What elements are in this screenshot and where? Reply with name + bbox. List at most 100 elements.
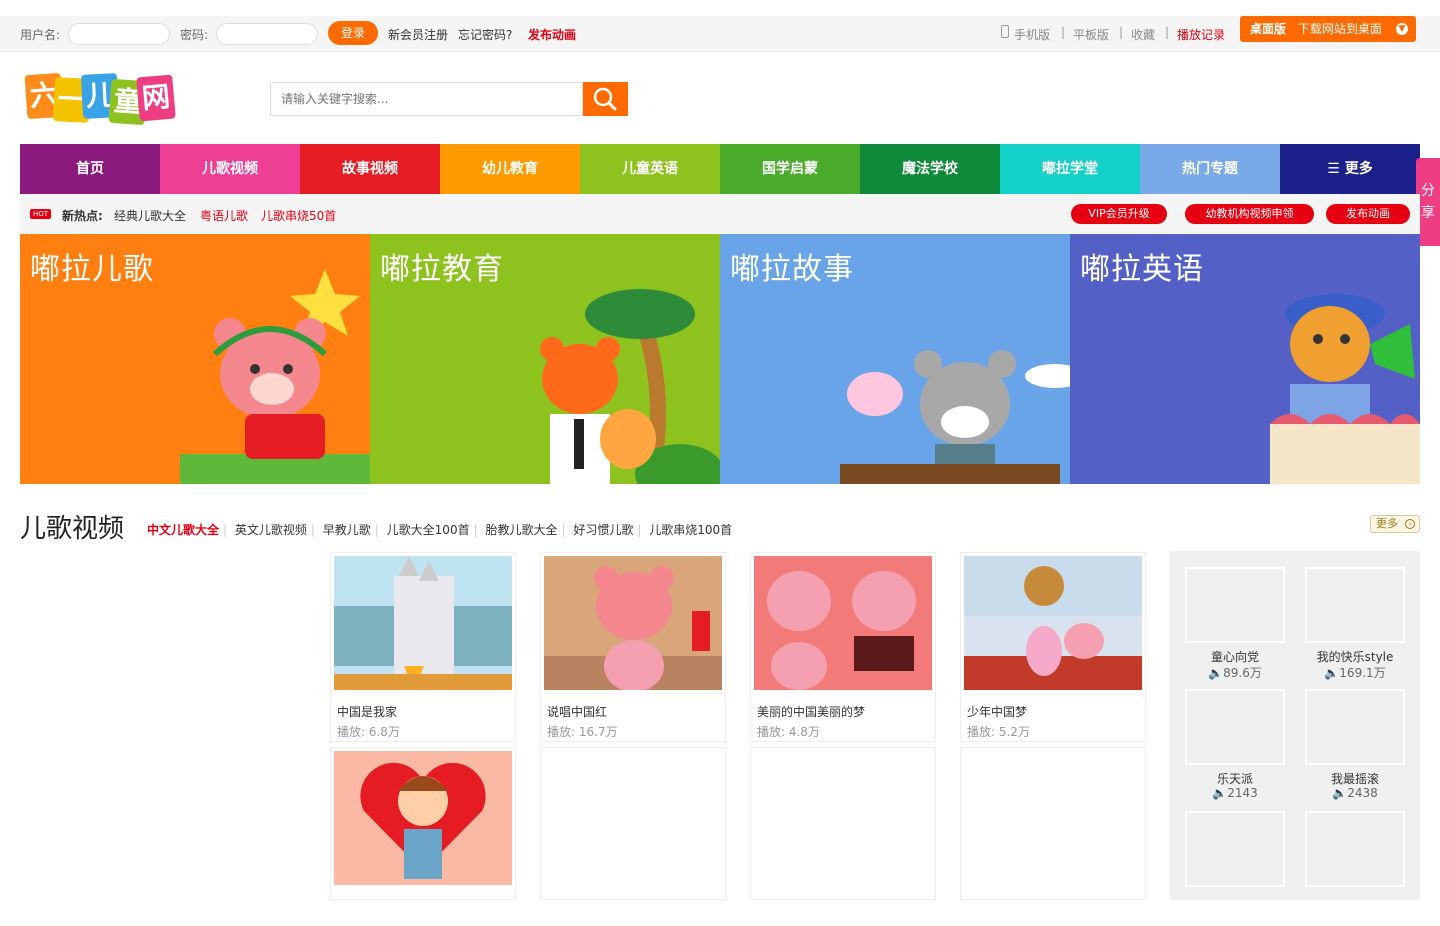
banner-dula-stories[interactable]: 嘟拉故事 [720, 234, 1070, 484]
sidebar-item[interactable] [1305, 811, 1405, 926]
username-input[interactable] [68, 23, 170, 45]
chevron-right-icon: › [1405, 519, 1415, 529]
tab-english-songs[interactable]: 英文儿歌视频 [235, 523, 307, 537]
divider: | [1061, 25, 1066, 39]
video-thumbnail[interactable] [964, 556, 1142, 690]
tab-top100-songs[interactable]: 儿歌大全100首 [387, 523, 470, 537]
sidebar-item-count: 🔈2438 [1332, 786, 1378, 800]
nav-item-kids-english[interactable]: 儿童英语 [580, 144, 720, 194]
tab-chinese-songs[interactable]: 中文儿歌大全 [147, 523, 219, 537]
video-plays: 播放: 16.7万 [547, 725, 618, 739]
banner-title: 嘟拉教育 [380, 252, 504, 287]
sidebar-item[interactable]: 我最摇滚 🔈2438 [1305, 689, 1405, 804]
tablet-version-link[interactable]: 平板版 [1073, 26, 1109, 43]
search-button[interactable] [583, 82, 628, 116]
video-title[interactable]: 少年中国梦 [967, 703, 1027, 720]
hot-link[interactable]: 儿歌串烧50首 [261, 207, 336, 224]
password-input[interactable] [216, 23, 318, 45]
publish-animation-link[interactable]: 发布动画 [528, 26, 576, 43]
more-label: 更多 [1376, 517, 1398, 530]
nav-item-hot-topics[interactable]: 热门专题 [1140, 144, 1280, 194]
login-button[interactable]: 登录 [328, 21, 378, 45]
vip-upgrade-button[interactable]: VIP会员升级 [1071, 204, 1167, 224]
video-thumbnail[interactable] [544, 556, 722, 690]
sidebar-item[interactable]: 童心向党 🔈89.6万 [1185, 567, 1285, 682]
tab-prenatal-songs[interactable]: 胎教儿歌大全 [485, 523, 557, 537]
sidebar-thumbnail[interactable] [1185, 689, 1285, 765]
desktop-version-label: 桌面版 [1250, 22, 1287, 36]
sidebar-item-title[interactable]: 乐天派 [1185, 770, 1285, 787]
chevron-down-icon: ▼ [1396, 23, 1408, 35]
sidebar-item-title[interactable]: 童心向党 [1185, 648, 1285, 665]
play-history-link[interactable]: 播放记录 [1177, 26, 1225, 43]
video-card[interactable]: 少年中国梦 播放: 5.2万 [960, 552, 1146, 742]
video-card[interactable] [330, 747, 516, 900]
banner-dula-english[interactable]: 嘟拉英语 [1070, 234, 1420, 484]
video-card[interactable]: 说唱中国红 播放: 16.7万 [540, 552, 726, 742]
sidebar-thumbnail[interactable] [1185, 567, 1285, 643]
sidebar-thumbnail[interactable] [1185, 811, 1285, 887]
speaker-icon: 🔈 [1324, 666, 1340, 680]
nav-item-dula-class[interactable]: 嘟拉学堂 [1000, 144, 1140, 194]
banner-title: 嘟拉儿歌 [30, 252, 154, 287]
publish-animation-button[interactable]: 发布动画 [1326, 204, 1410, 224]
register-link[interactable]: 新会员注册 [388, 26, 448, 43]
banner-dula-education[interactable]: 嘟拉教育 [370, 234, 720, 484]
sidebar-item-count: 🔈169.1万 [1324, 666, 1386, 680]
video-thumbnail[interactable] [334, 751, 512, 885]
sidebar-item-count: 🔈89.6万 [1208, 666, 1262, 680]
nav-item-more[interactable]: ☰ 更多 [1280, 144, 1420, 194]
video-card[interactable] [540, 747, 726, 900]
nav-item-home[interactable]: 首页 [20, 144, 160, 194]
nav-item-song-videos[interactable]: 儿歌视频 [160, 144, 300, 194]
video-card[interactable] [960, 747, 1146, 900]
sidebar-item-title[interactable]: 我的快乐style [1305, 648, 1405, 665]
hot-link[interactable]: 粤语儿歌 [200, 207, 248, 224]
forgot-password-link[interactable]: 忘记密码? [458, 26, 512, 43]
nav-item-story-videos[interactable]: 故事视频 [300, 144, 440, 194]
hot-label: 新热点: [62, 209, 103, 223]
sidebar-item[interactable]: 乐天派 🔈2143 [1185, 689, 1285, 804]
mobile-version-link[interactable]: 手机版 [1014, 26, 1050, 43]
video-card[interactable]: 美丽的中国美丽的梦 播放: 4.8万 [750, 552, 936, 742]
video-title[interactable]: 说唱中国红 [547, 703, 607, 720]
search-box [270, 82, 628, 116]
sidebar-item[interactable]: 我的快乐style 🔈169.1万 [1305, 567, 1405, 682]
speaker-icon: 🔈 [1212, 786, 1228, 800]
more-button[interactable]: 更多 › [1370, 515, 1420, 533]
bear-illustration [840, 350, 1070, 484]
bear-illustration [180, 269, 370, 484]
tab-medley-songs[interactable]: 儿歌串烧100首 [649, 523, 732, 537]
video-thumbnail[interactable] [754, 556, 932, 690]
video-title[interactable]: 美丽的中国美丽的梦 [757, 703, 865, 720]
sidebar-thumbnail[interactable] [1305, 811, 1405, 887]
sidebar-item[interactable] [1185, 811, 1285, 926]
main-nav: 首页 儿歌视频 故事视频 幼儿教育 儿童英语 国学启蒙 魔法学校 嘟拉学堂 热门… [20, 144, 1420, 194]
tab-good-habit-songs[interactable]: 好习惯儿歌 [573, 523, 633, 537]
mobile-icon [1001, 25, 1009, 38]
nav-item-magic-school[interactable]: 魔法学校 [860, 144, 1000, 194]
favorite-link[interactable]: 收藏 [1131, 26, 1155, 43]
hot-badge: HOT [30, 209, 52, 219]
video-title[interactable]: 中国是我家 [337, 703, 397, 720]
divider: | [1119, 25, 1124, 39]
download-desktop-button[interactable]: 桌面版 下载网站到桌面 ▼ [1240, 16, 1416, 42]
sidebar-thumbnail[interactable] [1305, 689, 1405, 765]
top-bar: 用户名: 密码: 登录 新会员注册 忘记密码? 发布动画 手机版 | 平板版 |… [0, 16, 1440, 52]
speaker-icon: 🔈 [1208, 666, 1224, 680]
kindergarten-apply-button[interactable]: 幼教机构视频申领 [1185, 204, 1314, 224]
nav-item-early-education[interactable]: 幼儿教育 [440, 144, 580, 194]
sidebar-item-title[interactable]: 我最摇滚 [1305, 770, 1405, 787]
hot-link[interactable]: 经典儿歌大全 [114, 207, 186, 224]
tab-early-education-songs[interactable]: 早教儿歌 [323, 523, 371, 537]
search-input[interactable] [270, 82, 583, 116]
bear-illustration [1270, 294, 1420, 484]
sidebar-thumbnail[interactable] [1305, 567, 1405, 643]
video-card[interactable] [750, 747, 936, 900]
speaker-icon: 🔈 [1332, 786, 1348, 800]
nav-item-classics[interactable]: 国学启蒙 [720, 144, 860, 194]
video-thumbnail[interactable] [334, 556, 512, 690]
video-card[interactable]: 中国是我家 播放: 6.8万 [330, 552, 516, 742]
site-logo[interactable]: 六 一 儿 童 网 [24, 72, 176, 126]
banner-dula-songs[interactable]: 嘟拉儿歌 [20, 234, 370, 484]
